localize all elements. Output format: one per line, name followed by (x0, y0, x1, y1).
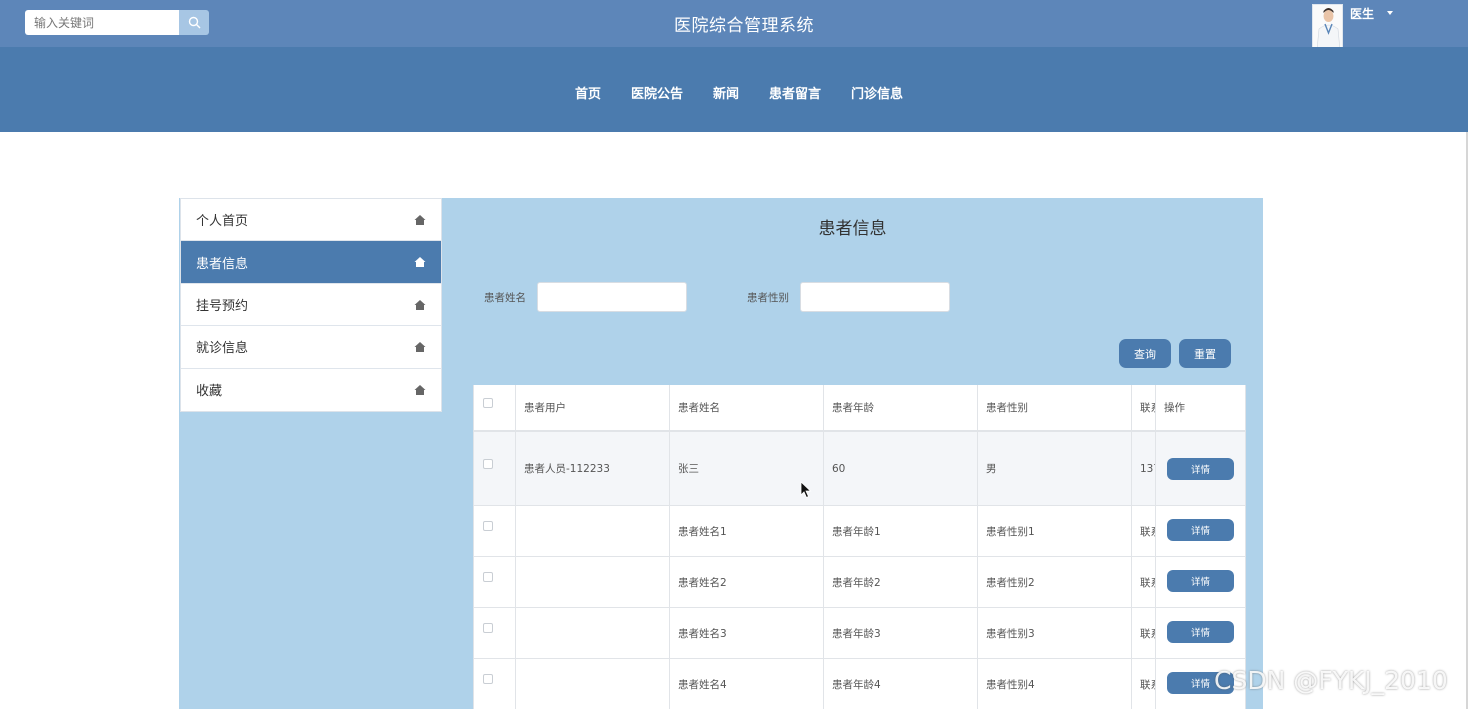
doctor-avatar-icon (1313, 5, 1342, 48)
row-checkbox[interactable] (483, 674, 493, 684)
filter-gender-label: 患者性别 (747, 292, 789, 304)
mouse-cursor-icon (800, 481, 812, 499)
main-nav: 首页 医院公告 新闻 患者留言 门诊信息 (0, 47, 1468, 132)
sidebar-item-favorites[interactable]: 收藏 (181, 369, 441, 411)
home-icon (414, 299, 426, 310)
site-title: 医院综合管理系统 (674, 16, 814, 36)
checkbox-cell (474, 557, 516, 607)
sidebar-item-label: 就诊信息 (196, 341, 249, 357)
column-header: 患者年龄 (824, 385, 978, 430)
home-icon (414, 215, 426, 225)
cell-name: 患者姓名1 (670, 506, 824, 556)
sidebar-item-visit-info[interactable]: 就诊信息 (181, 326, 441, 369)
home-icon (414, 342, 426, 353)
table-header: 患者用户 患者姓名 患者年龄 患者性别 联系 操作 (474, 385, 1245, 432)
cell-name: 患者姓名2 (670, 557, 824, 607)
column-header: 患者姓名 (670, 385, 824, 430)
watermark: CSDN @FYKJ_2010 (1214, 666, 1448, 695)
chevron-down-icon[interactable] (1387, 11, 1393, 15)
reset-button[interactable]: 重置 (1179, 339, 1231, 368)
cell-name: 患者姓名3 (670, 608, 824, 658)
sidebar: 个人首页 患者信息 挂号预约 就诊信息 收藏 (180, 198, 442, 412)
checkbox-cell (474, 432, 516, 505)
cell-age: 患者年龄1 (824, 506, 978, 556)
cell-gender: 男 (978, 432, 1132, 505)
detail-button[interactable]: 详情 (1167, 621, 1234, 643)
checkbox-cell (474, 659, 516, 709)
cell-age: 患者年龄2 (824, 557, 978, 607)
sidebar-item-label: 挂号预约 (196, 298, 249, 314)
patient-name-input[interactable] (537, 282, 687, 312)
cell-user (516, 608, 670, 658)
cell-user (516, 659, 670, 709)
cell-gender: 患者性别1 (978, 506, 1132, 556)
home-icon (414, 257, 426, 268)
patient-gender-input[interactable] (800, 282, 950, 312)
detail-button[interactable]: 详情 (1167, 519, 1234, 541)
column-header: 患者性别 (978, 385, 1132, 430)
home-icon (414, 384, 426, 395)
cell-user (516, 506, 670, 556)
patient-table: 患者用户 患者姓名 患者年龄 患者性别 联系 操作 患者人员-112233 张三… (473, 385, 1246, 709)
nav-home[interactable]: 首页 (575, 83, 601, 102)
filter-name-label: 患者姓名 (484, 292, 526, 304)
page-title: 患者信息 (818, 219, 887, 239)
cell-user: 患者人员-112233 (516, 432, 670, 505)
table-row: 患者人员-112233 张三 60 男 137 详情 (474, 432, 1245, 506)
sidebar-item-patient-info[interactable]: 患者信息 (181, 241, 441, 284)
cell-age: 患者年龄4 (824, 659, 978, 709)
cell-gender: 患者性别4 (978, 659, 1132, 709)
user-name[interactable]: 医生 (1350, 5, 1374, 22)
table-row: 患者姓名1 患者年龄1 患者性别1 联系 详情 (474, 506, 1245, 557)
nav-patient-messages[interactable]: 患者留言 (769, 83, 821, 102)
header-checkbox-cell (474, 385, 516, 430)
query-button[interactable]: 查询 (1119, 339, 1171, 368)
cell-name: 患者姓名4 (670, 659, 824, 709)
cell-age: 患者年龄3 (824, 608, 978, 658)
detail-button[interactable]: 详情 (1167, 570, 1234, 592)
nav-clinic-info[interactable]: 门诊信息 (851, 83, 903, 102)
select-all-checkbox[interactable] (483, 397, 493, 408)
table-row: 患者姓名2 患者年龄2 患者性别2 联系 详情 (474, 557, 1245, 608)
cell-gender: 患者性别3 (978, 608, 1132, 658)
sidebar-item-appointment[interactable]: 挂号预约 (181, 284, 441, 327)
cell-age: 60 (824, 432, 978, 505)
sidebar-item-label: 收藏 (196, 384, 223, 400)
sidebar-item-label: 患者信息 (196, 256, 249, 272)
table-row: 患者姓名3 患者年龄3 患者性别3 联系 详情 (474, 608, 1245, 659)
cell-user (516, 557, 670, 607)
row-checkbox[interactable] (483, 572, 493, 582)
nav-hospital-notice[interactable]: 医院公告 (631, 83, 683, 102)
top-bar: 医院综合管理系统 医生 (0, 0, 1468, 49)
nav-news[interactable]: 新闻 (713, 83, 739, 102)
column-header: 患者用户 (516, 385, 670, 430)
detail-button[interactable]: 详情 (1167, 458, 1234, 480)
column-header: 操作 (1155, 385, 1245, 430)
checkbox-cell (474, 608, 516, 658)
row-checkbox[interactable] (483, 623, 493, 633)
sidebar-item-label: 个人首页 (196, 214, 249, 230)
row-checkbox[interactable] (483, 521, 493, 531)
checkbox-cell (474, 506, 516, 556)
cell-gender: 患者性别2 (978, 557, 1132, 607)
row-checkbox[interactable] (483, 458, 493, 469)
sidebar-item-profile[interactable]: 个人首页 (181, 199, 441, 242)
avatar[interactable] (1312, 4, 1343, 49)
table-row: 患者姓名4 患者年龄4 患者性别4 联系 详情 (474, 659, 1245, 709)
